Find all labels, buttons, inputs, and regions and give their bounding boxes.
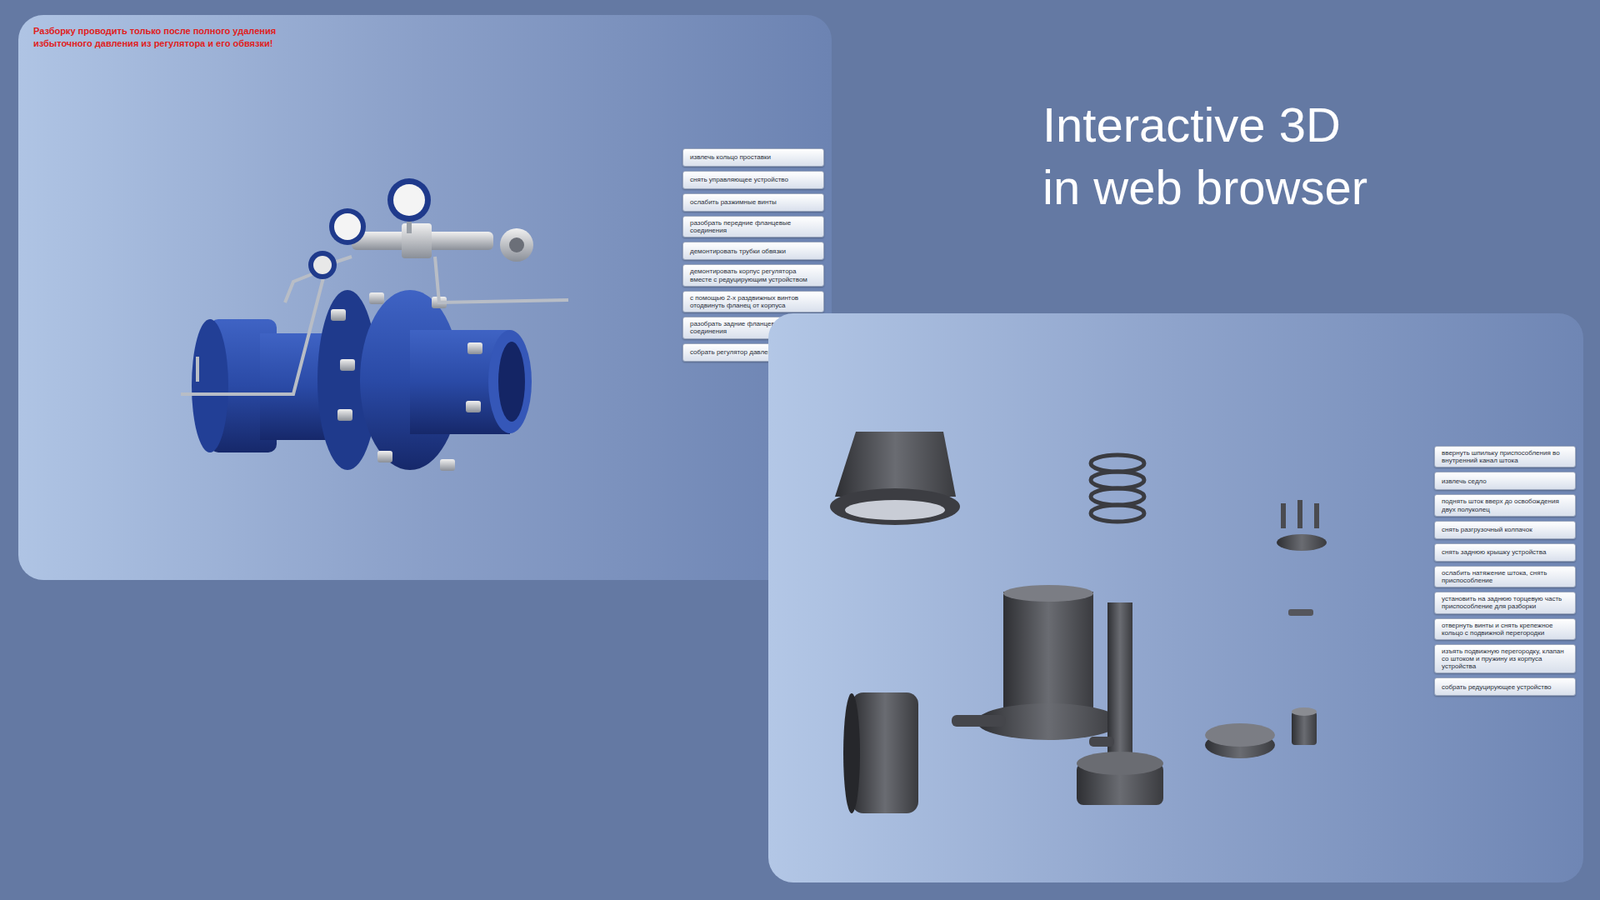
step-button[interactable]: извлечь кольцо проставки [682,148,825,167]
housing-part [951,585,1120,740]
step-button[interactable]: разобрать передние фланцевые соединения [682,215,825,238]
step-button[interactable]: отвернуть винты и снять крепежное кольцо… [1434,618,1576,640]
bolts [330,292,483,471]
spring-part [1090,455,1145,522]
step-button[interactable]: снять управляющее устройство [682,170,825,190]
warning-text: Разборку проводить только после полного … [18,15,832,50]
cone-part [830,431,960,525]
step-button[interactable]: ослабить разжимные винты [682,193,825,212]
screws-part [1276,500,1327,616]
step-button[interactable]: ослабить натяжение штока, снять приспосо… [1434,565,1576,588]
step-button[interactable]: демонтировать корпус регулятора вместе с… [682,264,825,286]
page: Разборку проводить только после полного … [0,0,1600,900]
disc-part [1205,707,1317,759]
step-button[interactable]: изъять подвижную перегородку, клапан со … [1434,644,1576,675]
regulator-panel: Разборку проводить только после полного … [18,15,832,580]
step-button[interactable]: установить на заднюю торцевую часть прис… [1434,591,1576,614]
pipe-body [191,290,532,470]
step-button[interactable]: поднять шток вверх до освобождения двух … [1434,494,1576,516]
step-button[interactable]: снять заднюю крышку устройства [1434,543,1576,562]
headline: Interactive 3Din web browser [1042,93,1368,220]
tubing [180,256,569,395]
gauges [308,178,431,280]
step-button[interactable]: извлечь седло [1434,471,1576,490]
stem-part [1076,602,1164,805]
step-list: ввернуть шпильку приспособления во внутр… [1434,445,1576,696]
ring-part [843,692,919,814]
step-button[interactable]: снять разгрузочный колпачок [1434,520,1576,540]
reducer-panel: ввернуть шпильку приспособления во внутр… [768,313,1584,883]
step-button[interactable]: с помощью 2-х раздвижных винтов отодвину… [682,290,825,313]
step-button[interactable]: ввернуть шпильку приспособления во внутр… [1434,445,1576,468]
valve-assembly [351,223,534,262]
step-button[interactable]: демонтировать трубки обвязки [682,241,825,260]
step-button[interactable]: собрать редуцирующее устройство [1434,677,1576,696]
